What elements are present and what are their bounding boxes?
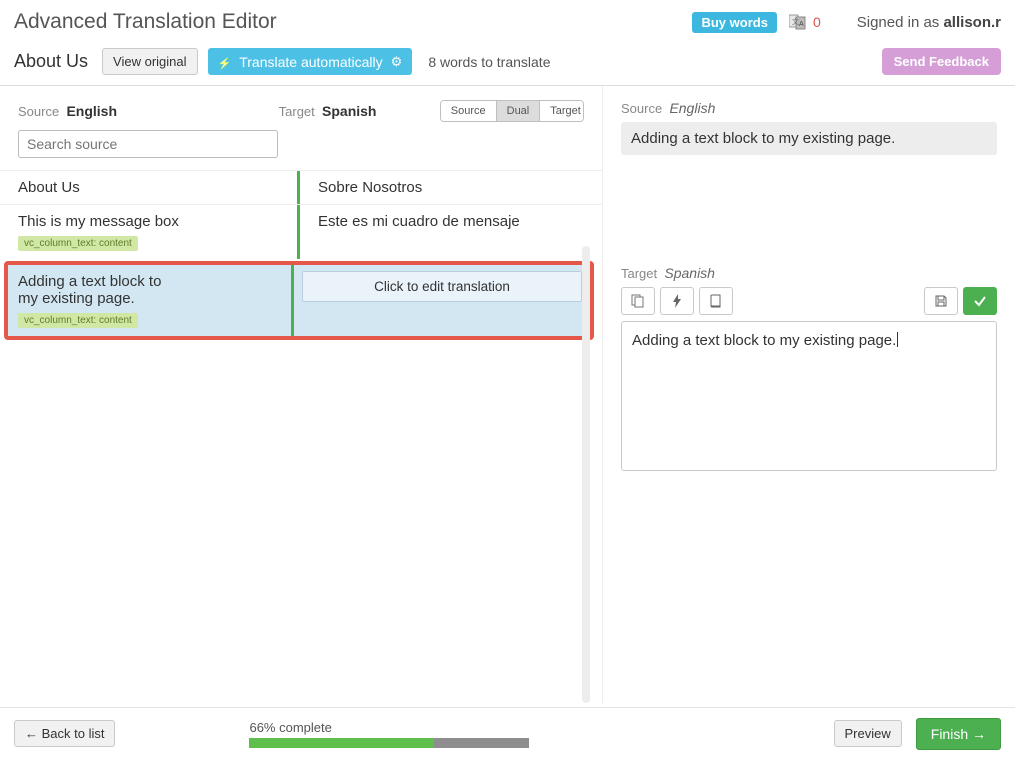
header-sub: About Us View original Translate automat… xyxy=(0,42,1015,85)
copy-source-button[interactable] xyxy=(621,287,655,315)
right-target-label: Target xyxy=(621,266,657,281)
translate-doc-icon: 文A xyxy=(789,14,807,30)
preview-button[interactable]: Preview xyxy=(834,720,902,747)
view-mode-source[interactable]: Source xyxy=(441,101,496,121)
source-text: Adding a text block to my existing page. xyxy=(18,273,168,307)
source-column-header: Source English xyxy=(18,103,279,119)
field-tag: vc_column_text: content xyxy=(18,313,138,328)
progress: 66% complete xyxy=(249,720,529,748)
rows: About Us Sobre Nosotros This is my messa… xyxy=(0,170,602,340)
search-input[interactable] xyxy=(18,130,278,158)
target-cell: Este es mi cuadro de mensaje xyxy=(300,205,602,259)
target-cell: Click to edit translation xyxy=(294,265,590,336)
header: Advanced Translation Editor Buy words 文A… xyxy=(0,0,1015,86)
bolt-icon xyxy=(672,294,682,308)
footer: ← Back to list 66% complete Preview Fini… xyxy=(0,707,1015,759)
table-row-selected[interactable]: Adding a text block to my existing page.… xyxy=(4,261,594,340)
signed-in-user: allison.r xyxy=(943,14,1001,31)
editor-toolbar xyxy=(621,287,997,315)
view-original-button[interactable]: View original xyxy=(102,48,197,75)
send-feedback-button[interactable]: Send Feedback xyxy=(882,48,1001,75)
buy-words-button[interactable]: Buy words xyxy=(692,12,776,33)
target-column-header: Target Spanish xyxy=(279,103,440,119)
translate-automatically-label: Translate automatically xyxy=(239,54,382,70)
save-button[interactable] xyxy=(924,287,958,315)
text-caret xyxy=(896,332,898,349)
target-cell: Sobre Nosotros xyxy=(300,171,602,204)
glossary-button[interactable] xyxy=(699,287,733,315)
save-icon xyxy=(934,294,948,308)
column-headers: Source English Target Spanish Source Dua… xyxy=(0,86,602,130)
header-top: Advanced Translation Editor Buy words 文A… xyxy=(0,0,1015,42)
progress-fill xyxy=(249,738,434,748)
editor-text: Adding a text block to my existing page. xyxy=(632,332,896,349)
back-to-list-button[interactable]: ← Back to list xyxy=(14,720,115,747)
app-title: Advanced Translation Editor xyxy=(14,10,277,34)
confirm-button[interactable] xyxy=(963,287,997,315)
book-icon xyxy=(709,294,723,308)
machine-translate-button[interactable] xyxy=(660,287,694,315)
view-toggle: Source Dual Target xyxy=(440,100,584,122)
right-source-header: Source English xyxy=(621,100,997,116)
source-lang: English xyxy=(66,103,117,119)
svg-text:A: A xyxy=(799,21,804,28)
bolt-icon xyxy=(218,54,232,70)
progress-label: 66% complete xyxy=(249,720,529,735)
right-pane: Source English Adding a text block to my… xyxy=(603,86,1015,703)
gear-icon xyxy=(391,53,403,70)
finish-button[interactable]: Finish → xyxy=(916,718,1001,750)
click-to-edit[interactable]: Click to edit translation xyxy=(302,271,582,302)
translate-automatically-button[interactable]: Translate automatically xyxy=(208,48,413,75)
source-cell: This is my message box vc_column_text: c… xyxy=(0,205,297,259)
source-cell: Adding a text block to my existing page.… xyxy=(8,265,291,336)
scrollbar[interactable] xyxy=(582,246,590,703)
view-mode-target[interactable]: Target xyxy=(539,101,584,121)
translation-editor[interactable]: Adding a text block to my existing page. xyxy=(621,321,997,471)
target-label: Target xyxy=(279,104,315,119)
right-target-lang: Spanish xyxy=(664,265,715,281)
source-label: Source xyxy=(18,104,59,119)
source-text: This is my message box xyxy=(18,213,179,230)
progress-bar xyxy=(249,738,529,748)
right-source-label: Source xyxy=(621,101,662,116)
doc-count: 文A 0 xyxy=(789,14,821,30)
copy-icon xyxy=(631,294,645,308)
doc-count-value: 0 xyxy=(813,14,821,30)
source-text: About Us xyxy=(18,179,80,196)
right-target-header: Target Spanish xyxy=(621,265,997,281)
search-wrap xyxy=(0,130,602,170)
table-row[interactable]: This is my message box vc_column_text: c… xyxy=(0,204,602,259)
svg-text:文: 文 xyxy=(792,17,799,26)
main: Source English Target Spanish Source Dua… xyxy=(0,86,1015,703)
source-cell: About Us xyxy=(0,171,297,204)
right-source-text: Adding a text block to my existing page. xyxy=(621,122,997,155)
right-source-lang: English xyxy=(669,100,715,116)
view-mode-dual[interactable]: Dual xyxy=(496,101,540,121)
left-pane: Source English Target Spanish Source Dua… xyxy=(0,86,603,703)
words-to-translate: 8 words to translate xyxy=(428,54,550,70)
signed-in: Signed in as allison.r xyxy=(857,14,1001,31)
doc-title: About Us xyxy=(14,51,88,72)
target-lang: Spanish xyxy=(322,103,376,119)
field-tag: vc_column_text: content xyxy=(18,236,138,251)
table-row[interactable]: About Us Sobre Nosotros xyxy=(0,170,602,204)
signed-in-prefix: Signed in as xyxy=(857,14,944,31)
progress-remaining xyxy=(434,738,529,748)
check-icon xyxy=(973,294,987,308)
